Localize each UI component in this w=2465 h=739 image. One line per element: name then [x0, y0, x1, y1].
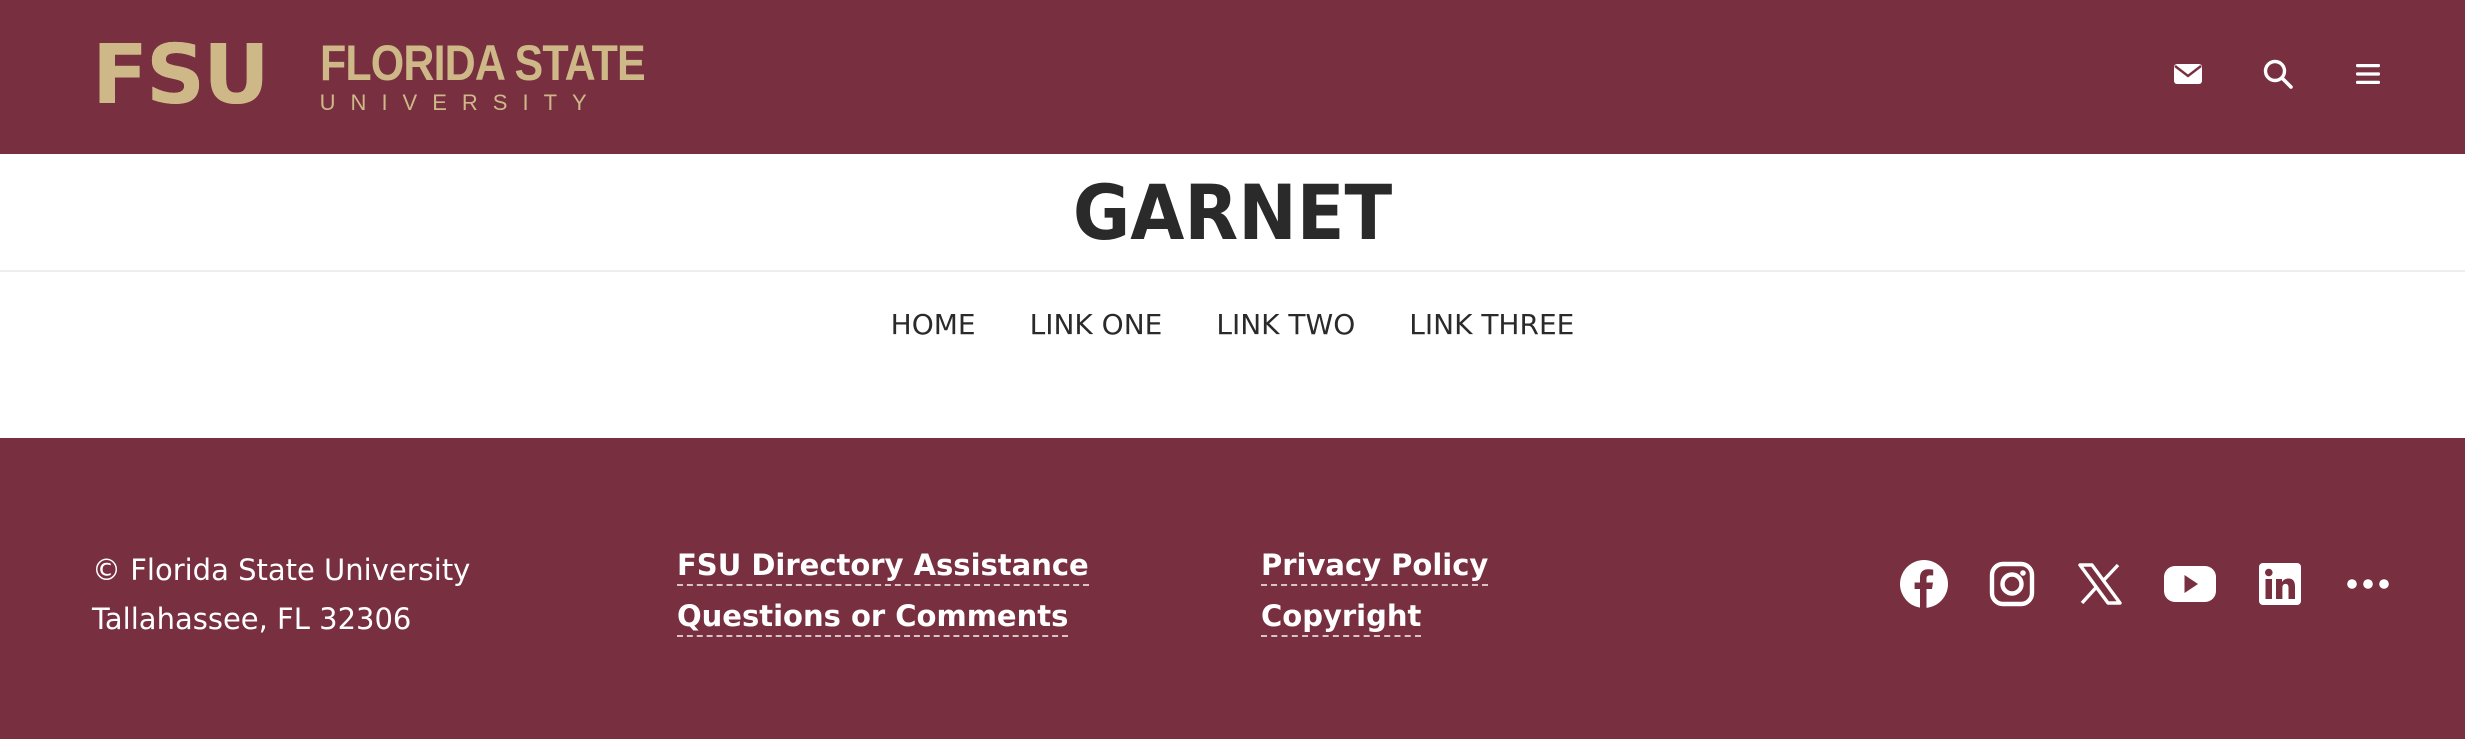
- footer-links-col1: FSU Directory Assistance Questions or Co…: [677, 546, 1089, 648]
- site-header: FSU FLORIDA STATE UNIVERSITY: [0, 0, 2465, 154]
- site-footer: © Florida State University Tallahassee, …: [0, 438, 2465, 739]
- mail-icon[interactable]: [2165, 52, 2211, 96]
- directory-assistance-link[interactable]: FSU Directory Assistance: [677, 546, 1089, 586]
- x-icon[interactable]: [2075, 559, 2125, 609]
- facebook-icon[interactable]: [1899, 559, 1949, 609]
- privacy-policy-link[interactable]: Privacy Policy: [1261, 546, 1489, 586]
- logo-wordmark: FLORIDA STATE UNIVERSITY: [320, 36, 698, 116]
- more-icon[interactable]: [2343, 559, 2393, 609]
- youtube-icon[interactable]: [2163, 559, 2217, 609]
- footer-address: © Florida State University Tallahassee, …: [92, 546, 470, 644]
- footer-city-text: Tallahassee, FL 32306: [92, 602, 412, 636]
- copyright-link[interactable]: Copyright: [1261, 597, 1422, 637]
- questions-comments-link[interactable]: Questions or Comments: [677, 597, 1069, 637]
- footer-copyright-text: © Florida State University: [92, 553, 471, 587]
- logo-sub: UNIVERSITY: [319, 90, 602, 115]
- logo-name: FLORIDA STATE: [319, 35, 646, 91]
- header-icons: [2165, 52, 2391, 96]
- nav-item-link-one[interactable]: LINK ONE: [1030, 300, 1163, 350]
- search-icon[interactable]: [2255, 52, 2301, 96]
- fsu-logo[interactable]: FSU FLORIDA STATE UNIVERSITY: [92, 28, 652, 123]
- instagram-icon[interactable]: [1987, 559, 2037, 609]
- nav-item-link-three[interactable]: LINK THREE: [1409, 300, 1574, 350]
- menu-icon[interactable]: [2345, 52, 2391, 96]
- footer-links-col2: Privacy Policy Copyright: [1261, 546, 1489, 648]
- site-title[interactable]: GARNET: [1073, 168, 1392, 257]
- linkedin-icon[interactable]: [2255, 559, 2305, 609]
- social-links: [1899, 556, 2393, 612]
- nav-item-link-two[interactable]: LINK TWO: [1216, 300, 1355, 350]
- site-title-band: GARNET: [0, 154, 2465, 272]
- main-nav: HOME LINK ONE LINK TWO LINK THREE: [0, 300, 2465, 350]
- nav-item-home[interactable]: HOME: [891, 300, 976, 350]
- logo-mark: FSU: [92, 28, 270, 123]
